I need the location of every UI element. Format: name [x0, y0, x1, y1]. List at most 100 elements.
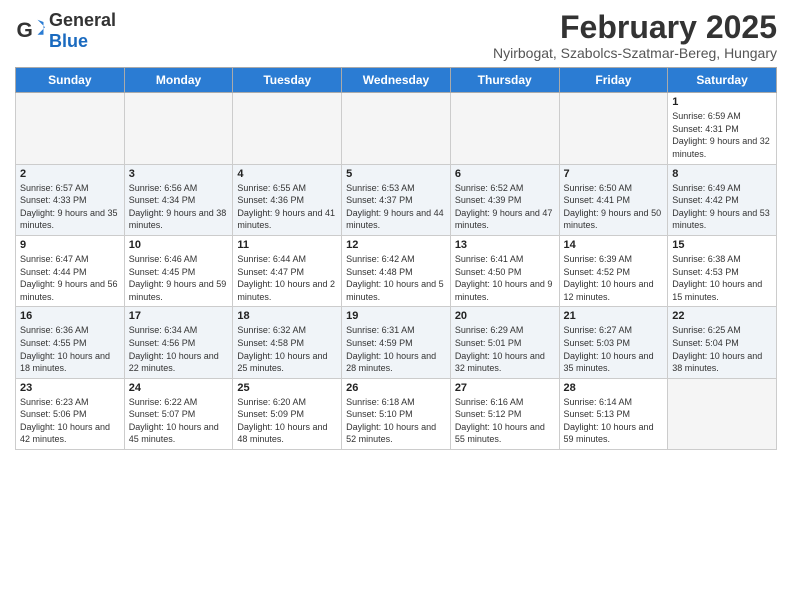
- day-number: 7: [564, 168, 664, 180]
- day-number: 2: [20, 168, 120, 180]
- title-block: February 2025 Nyirbogat, Szabolcs-Szatma…: [493, 10, 777, 61]
- day-number: 12: [346, 239, 446, 251]
- day-cell: 22 Sunrise: 6:25 AM Sunset: 5:04 PM Dayli…: [668, 307, 777, 378]
- day-info: Sunrise: 6:55 AM Sunset: 4:36 PM Dayligh…: [237, 182, 337, 232]
- day-cell: 10 Sunrise: 6:46 AM Sunset: 4:45 PM Dayli…: [124, 235, 233, 306]
- day-info: Sunrise: 6:47 AM Sunset: 4:44 PM Dayligh…: [20, 253, 120, 303]
- day-cell: [342, 93, 451, 164]
- day-cell: 18 Sunrise: 6:32 AM Sunset: 4:58 PM Dayli…: [233, 307, 342, 378]
- day-info: Sunrise: 6:18 AM Sunset: 5:10 PM Dayligh…: [346, 396, 446, 446]
- day-info: Sunrise: 6:50 AM Sunset: 4:41 PM Dayligh…: [564, 182, 664, 232]
- calendar-table: SundayMondayTuesdayWednesdayThursdayFrid…: [15, 67, 777, 450]
- day-info: Sunrise: 6:41 AM Sunset: 4:50 PM Dayligh…: [455, 253, 555, 303]
- day-info: Sunrise: 6:16 AM Sunset: 5:12 PM Dayligh…: [455, 396, 555, 446]
- day-info: Sunrise: 6:59 AM Sunset: 4:31 PM Dayligh…: [672, 110, 772, 160]
- day-info: Sunrise: 6:14 AM Sunset: 5:13 PM Dayligh…: [564, 396, 664, 446]
- day-number: 8: [672, 168, 772, 180]
- day-cell: [559, 93, 668, 164]
- day-info: Sunrise: 6:29 AM Sunset: 5:01 PM Dayligh…: [455, 324, 555, 374]
- calendar-body: 1 Sunrise: 6:59 AM Sunset: 4:31 PM Daylig…: [16, 93, 777, 450]
- day-number: 9: [20, 239, 120, 251]
- logo-blue-text: Blue: [49, 31, 116, 52]
- calendar-header: SundayMondayTuesdayWednesdayThursdayFrid…: [16, 68, 777, 93]
- day-info: Sunrise: 6:27 AM Sunset: 5:03 PM Dayligh…: [564, 324, 664, 374]
- day-number: 16: [20, 310, 120, 322]
- week-row-2: 2 Sunrise: 6:57 AM Sunset: 4:33 PM Daylig…: [16, 164, 777, 235]
- day-info: Sunrise: 6:25 AM Sunset: 5:04 PM Dayligh…: [672, 324, 772, 374]
- day-cell: 14 Sunrise: 6:39 AM Sunset: 4:52 PM Dayli…: [559, 235, 668, 306]
- day-number: 14: [564, 239, 664, 251]
- svg-text:G: G: [17, 19, 33, 42]
- day-header-friday: Friday: [559, 68, 668, 93]
- day-number: 10: [129, 239, 229, 251]
- day-cell: 20Sunrise: 6:29 AM Sunset: 5:01 PM Dayli…: [450, 307, 559, 378]
- day-cell: 19 Sunrise: 6:31 AM Sunset: 4:59 PM Dayli…: [342, 307, 451, 378]
- logo: G General Blue: [15, 10, 116, 52]
- day-info: Sunrise: 6:38 AM Sunset: 4:53 PM Dayligh…: [672, 253, 772, 303]
- day-number: 25: [237, 382, 337, 394]
- day-info: Sunrise: 6:39 AM Sunset: 4:52 PM Dayligh…: [564, 253, 664, 303]
- day-number: 23: [20, 382, 120, 394]
- day-number: 15: [672, 239, 772, 251]
- page: G General Blue February 2025 Nyirbogat, …: [0, 0, 792, 612]
- days-header-row: SundayMondayTuesdayWednesdayThursdayFrid…: [16, 68, 777, 93]
- header: G General Blue February 2025 Nyirbogat, …: [15, 10, 777, 61]
- day-cell: 4 Sunrise: 6:55 AM Sunset: 4:36 PM Daylig…: [233, 164, 342, 235]
- location: Nyirbogat, Szabolcs-Szatmar-Bereg, Hunga…: [493, 45, 777, 61]
- day-info: Sunrise: 6:22 AM Sunset: 5:07 PM Dayligh…: [129, 396, 229, 446]
- day-info: Sunrise: 6:57 AM Sunset: 4:33 PM Dayligh…: [20, 182, 120, 232]
- day-info: Sunrise: 6:32 AM Sunset: 4:58 PM Dayligh…: [237, 324, 337, 374]
- day-cell: 3Sunrise: 6:56 AM Sunset: 4:34 PM Daylig…: [124, 164, 233, 235]
- day-number: 27: [455, 382, 555, 394]
- day-cell: [450, 93, 559, 164]
- day-info: Sunrise: 6:49 AM Sunset: 4:42 PM Dayligh…: [672, 182, 772, 232]
- day-number: 17: [129, 310, 229, 322]
- day-cell: 11 Sunrise: 6:44 AM Sunset: 4:47 PM Dayli…: [233, 235, 342, 306]
- day-number: 11: [237, 239, 337, 251]
- day-header-thursday: Thursday: [450, 68, 559, 93]
- day-info: Sunrise: 6:46 AM Sunset: 4:45 PM Dayligh…: [129, 253, 229, 303]
- day-info: Sunrise: 6:52 AM Sunset: 4:39 PM Dayligh…: [455, 182, 555, 232]
- day-cell: 21 Sunrise: 6:27 AM Sunset: 5:03 PM Dayli…: [559, 307, 668, 378]
- day-cell: 28Sunrise: 6:14 AM Sunset: 5:13 PM Dayli…: [559, 378, 668, 449]
- day-cell: 23Sunrise: 6:23 AM Sunset: 5:06 PM Dayli…: [16, 378, 125, 449]
- day-cell: [668, 378, 777, 449]
- day-info: Sunrise: 6:34 AM Sunset: 4:56 PM Dayligh…: [129, 324, 229, 374]
- day-cell: 2 Sunrise: 6:57 AM Sunset: 4:33 PM Daylig…: [16, 164, 125, 235]
- day-header-tuesday: Tuesday: [233, 68, 342, 93]
- day-cell: 24 Sunrise: 6:22 AM Sunset: 5:07 PM Dayli…: [124, 378, 233, 449]
- day-number: 22: [672, 310, 772, 322]
- day-number: 1: [672, 96, 772, 108]
- day-cell: 13 Sunrise: 6:41 AM Sunset: 4:50 PM Dayli…: [450, 235, 559, 306]
- day-info: Sunrise: 6:44 AM Sunset: 4:47 PM Dayligh…: [237, 253, 337, 303]
- day-cell: 1 Sunrise: 6:59 AM Sunset: 4:31 PM Daylig…: [668, 93, 777, 164]
- day-number: 6: [455, 168, 555, 180]
- week-row-5: 23Sunrise: 6:23 AM Sunset: 5:06 PM Dayli…: [16, 378, 777, 449]
- logo-icon: G: [15, 16, 45, 46]
- day-cell: 17 Sunrise: 6:34 AM Sunset: 4:56 PM Dayli…: [124, 307, 233, 378]
- month-title: February 2025: [493, 10, 777, 45]
- day-header-wednesday: Wednesday: [342, 68, 451, 93]
- week-row-4: 16Sunrise: 6:36 AM Sunset: 4:55 PM Dayli…: [16, 307, 777, 378]
- week-row-1: 1 Sunrise: 6:59 AM Sunset: 4:31 PM Daylig…: [16, 93, 777, 164]
- day-cell: 8 Sunrise: 6:49 AM Sunset: 4:42 PM Daylig…: [668, 164, 777, 235]
- day-info: Sunrise: 6:31 AM Sunset: 4:59 PM Dayligh…: [346, 324, 446, 374]
- day-number: 19: [346, 310, 446, 322]
- day-number: 13: [455, 239, 555, 251]
- day-number: 26: [346, 382, 446, 394]
- day-cell: 5 Sunrise: 6:53 AM Sunset: 4:37 PM Daylig…: [342, 164, 451, 235]
- day-cell: 26 Sunrise: 6:18 AM Sunset: 5:10 PM Dayli…: [342, 378, 451, 449]
- day-cell: 15 Sunrise: 6:38 AM Sunset: 4:53 PM Dayli…: [668, 235, 777, 306]
- day-number: 18: [237, 310, 337, 322]
- day-cell: 27 Sunrise: 6:16 AM Sunset: 5:12 PM Dayli…: [450, 378, 559, 449]
- day-cell: [124, 93, 233, 164]
- day-info: Sunrise: 6:53 AM Sunset: 4:37 PM Dayligh…: [346, 182, 446, 232]
- day-number: 24: [129, 382, 229, 394]
- logo-general-text: General: [49, 10, 116, 31]
- logo-text: General Blue: [49, 10, 116, 52]
- day-number: 4: [237, 168, 337, 180]
- day-cell: 16Sunrise: 6:36 AM Sunset: 4:55 PM Dayli…: [16, 307, 125, 378]
- day-number: 5: [346, 168, 446, 180]
- day-info: Sunrise: 6:42 AM Sunset: 4:48 PM Dayligh…: [346, 253, 446, 303]
- day-number: 21: [564, 310, 664, 322]
